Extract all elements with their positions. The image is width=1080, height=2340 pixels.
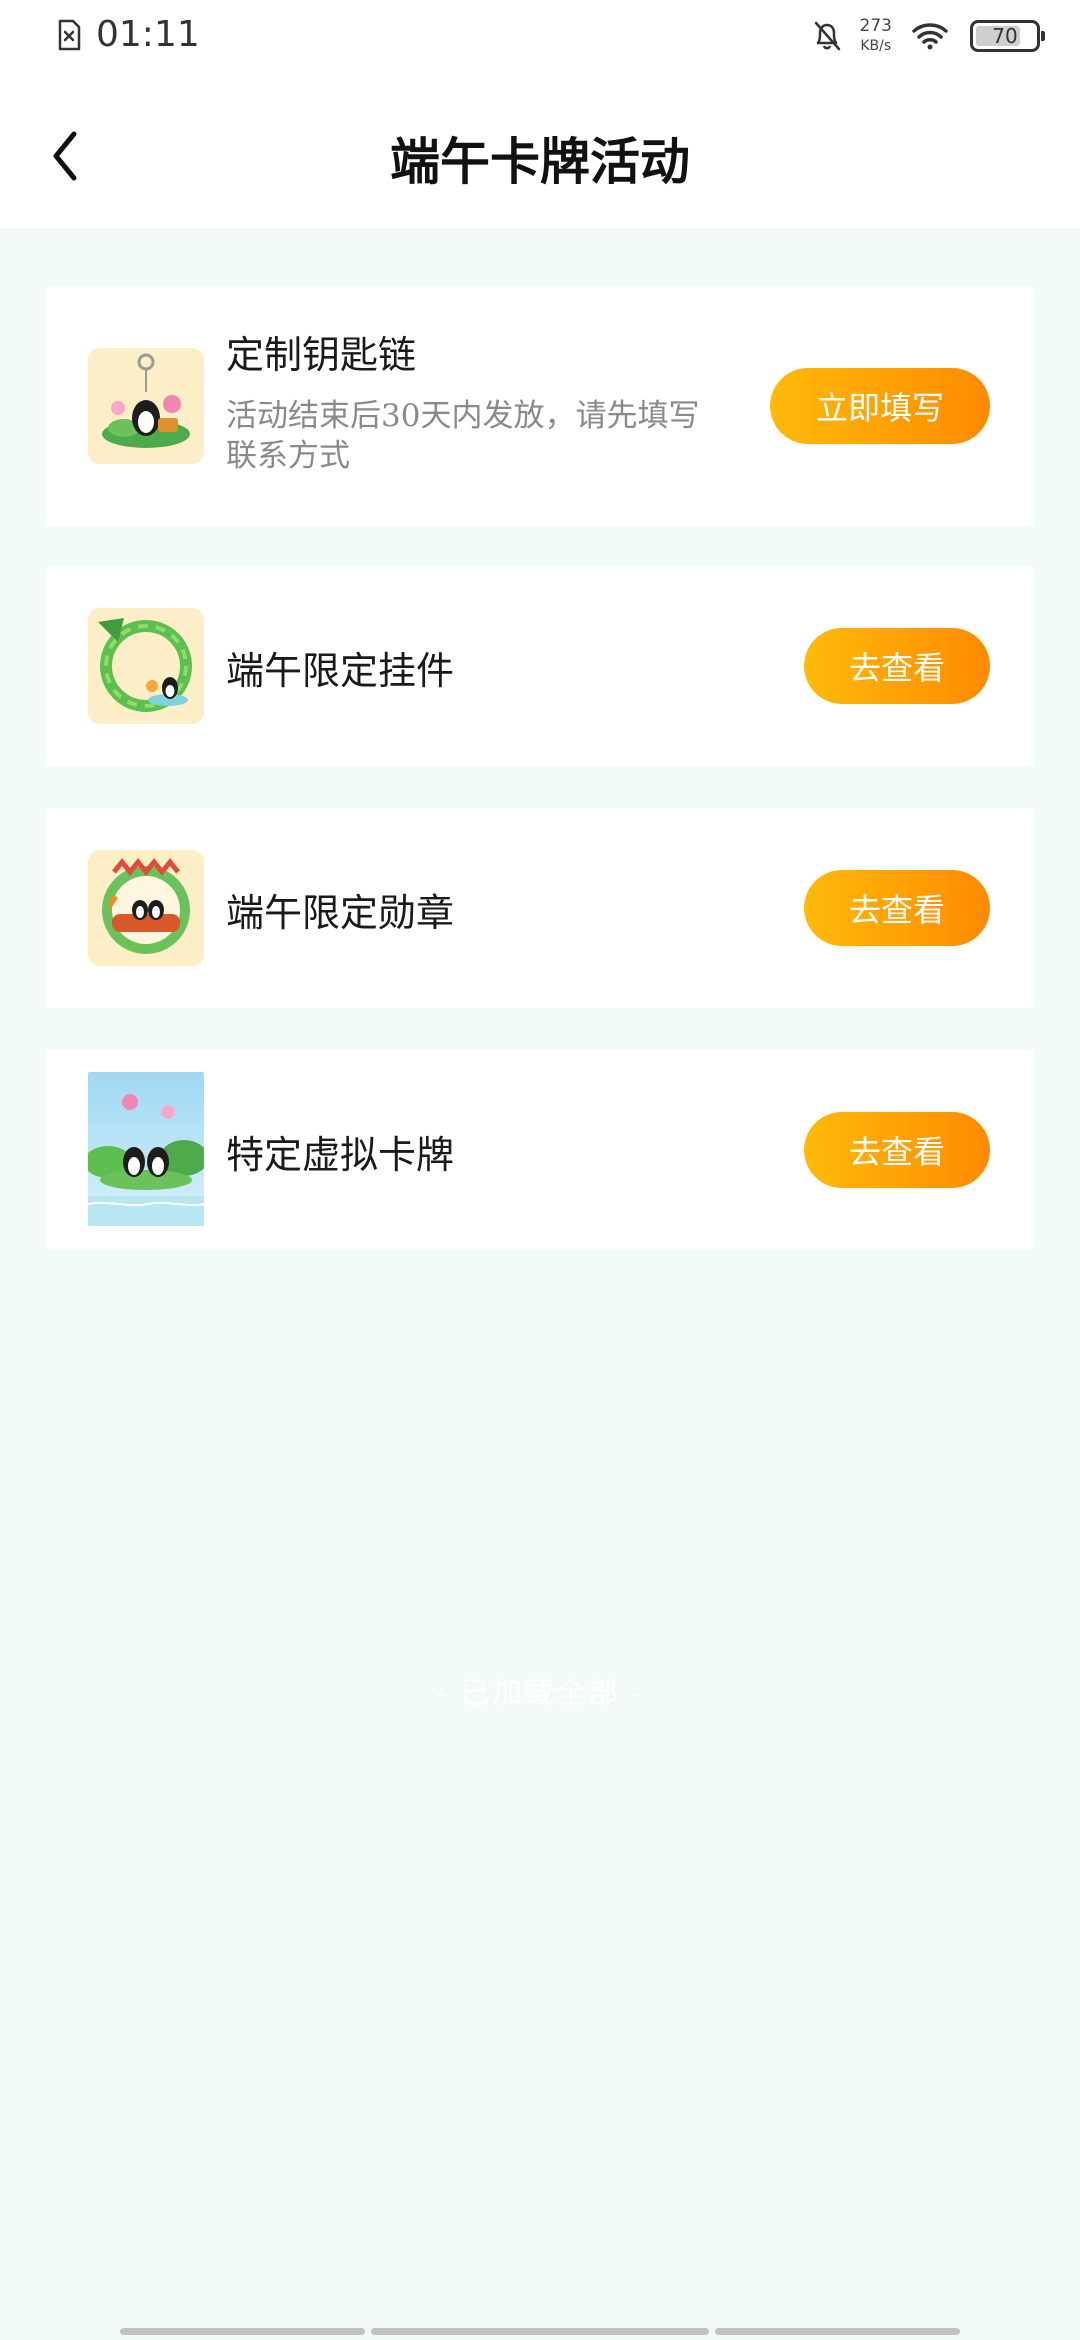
network-speed: 273 KB/s bbox=[859, 16, 892, 54]
reward-card-keychain: 定制钥匙链 活动结束后30天内发放，请先填写联系方式 立即填写 bbox=[46, 286, 1034, 526]
view-button[interactable]: 去查看 bbox=[804, 870, 990, 946]
reward-card-pendant: 端午限定挂件 去查看 bbox=[46, 566, 1034, 766]
reward-title: 定制钥匙链 bbox=[226, 333, 417, 377]
reward-title: 端午限定勋章 bbox=[226, 891, 455, 935]
status-left: 01:11 bbox=[56, 14, 200, 55]
nav-bar: 端午卡牌活动 bbox=[0, 80, 1080, 228]
nav-bar-segment-left[interactable] bbox=[120, 2328, 365, 2335]
wifi-icon bbox=[912, 22, 948, 49]
battery-level: 70 bbox=[992, 23, 1018, 48]
status-time: 01:11 bbox=[96, 14, 200, 55]
network-speed-value: 273 bbox=[859, 16, 892, 36]
view-button[interactable]: 去查看 bbox=[804, 1112, 990, 1188]
nav-bar-segment-right[interactable] bbox=[715, 2328, 960, 2335]
reward-card-medal: 端午限定勋章 去查看 bbox=[46, 808, 1034, 1008]
page-title: 端午卡牌活动 bbox=[390, 132, 690, 191]
reward-subtitle: 活动结束后30天内发放，请先填写联系方式 bbox=[226, 398, 700, 474]
reward-title: 端午限定挂件 bbox=[226, 649, 455, 693]
reward-title: 特定虚拟卡牌 bbox=[226, 1133, 455, 1177]
network-speed-unit: KB/s bbox=[860, 38, 892, 54]
battery-icon: 70 bbox=[970, 19, 1045, 52]
card-thumbnail bbox=[88, 1072, 204, 1226]
status-bar: 01:11 273 KB/s 70 bbox=[0, 0, 1080, 80]
loaded-all-text: - 已加载全部 - bbox=[436, 1676, 644, 1711]
medal-thumbnail bbox=[88, 850, 204, 966]
sim-error-icon bbox=[58, 19, 81, 50]
pendant-thumbnail bbox=[88, 608, 204, 724]
fill-in-button[interactable]: 立即填写 bbox=[770, 368, 990, 444]
reward-card-virtual-card: 特定虚拟卡牌 去查看 bbox=[46, 1050, 1034, 1250]
keychain-thumbnail bbox=[88, 348, 204, 464]
status-right: 273 KB/s 70 bbox=[812, 16, 1045, 54]
bell-off-icon bbox=[814, 21, 840, 50]
view-button[interactable]: 去查看 bbox=[804, 628, 990, 704]
nav-bar-segment-center[interactable] bbox=[371, 2328, 709, 2335]
